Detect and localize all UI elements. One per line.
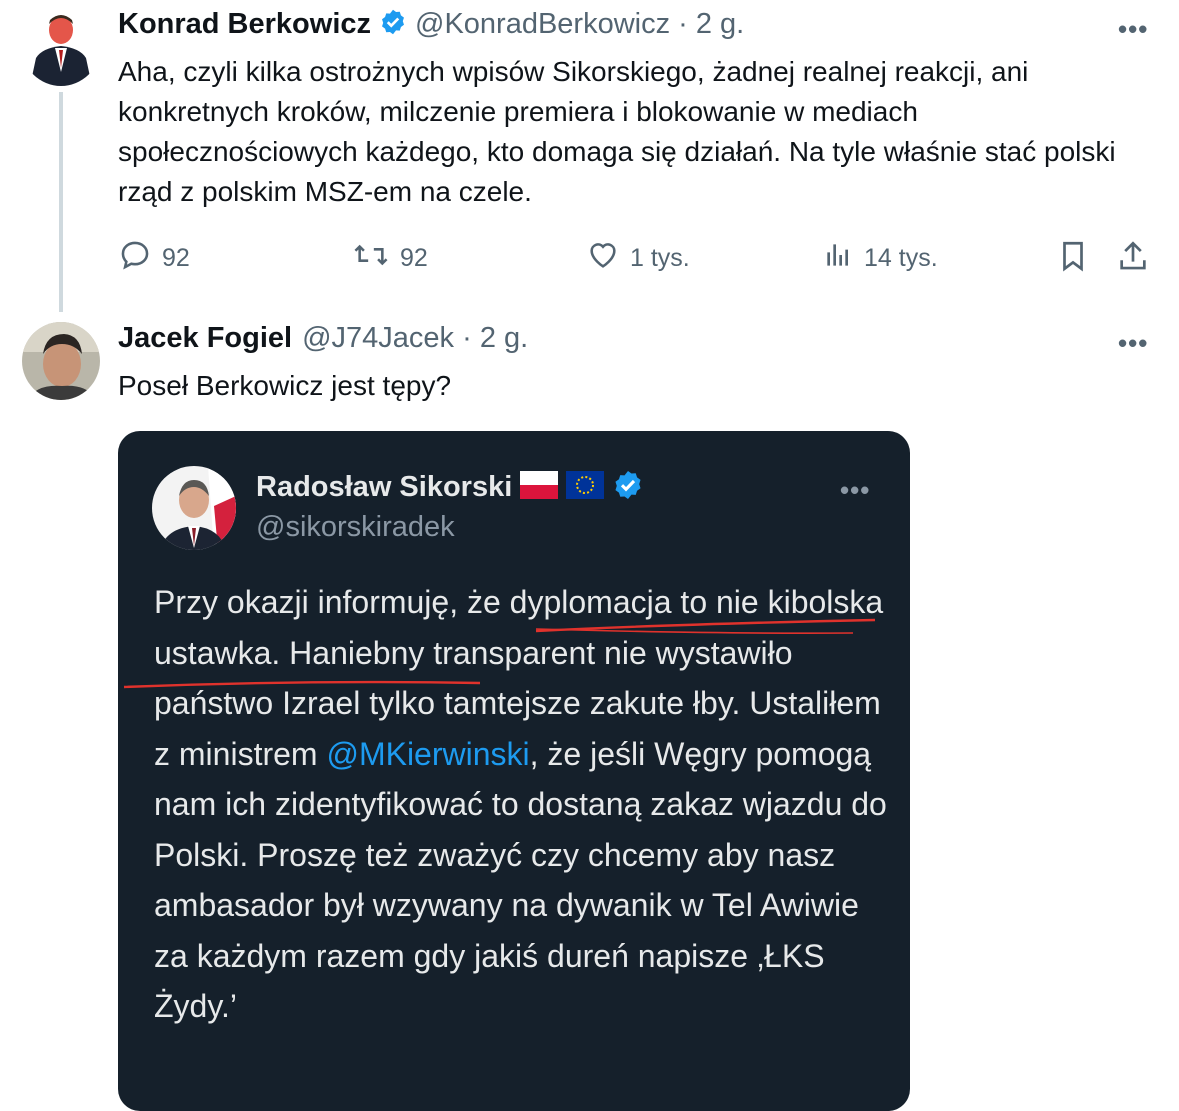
views-chart-icon (822, 238, 854, 279)
repost-count: 92 (400, 244, 428, 272)
reply-button[interactable]: 92 (118, 238, 190, 279)
avatar-jacek[interactable] (22, 322, 100, 400)
thread-connector-line (59, 92, 63, 312)
reply-icon (118, 238, 152, 279)
avatar-konrad[interactable] (22, 8, 100, 86)
author-handle[interactable]: @J74Jacek · 2 g. (302, 322, 528, 355)
reply-count: 92 (162, 244, 190, 272)
more-options-icon[interactable]: ••• (1118, 328, 1148, 359)
like-count: 1 tys. (630, 244, 690, 272)
heart-icon (586, 238, 620, 279)
tweet1-text: Aha, czyli kilka ostrożnych wpisów Sikor… (118, 56, 1116, 207)
tweet2-text: Poseł Berkowicz jest tępy? (118, 370, 452, 401)
more-options-icon[interactable]: ••• (1118, 14, 1148, 45)
repost-button[interactable]: 92 (352, 238, 428, 279)
author-name[interactable]: Jacek Fogiel (118, 322, 292, 355)
like-button[interactable]: 1 tys. (586, 238, 690, 279)
verified-badge-icon (379, 8, 407, 41)
tweet2-header: Jacek Fogiel @J74Jacek · 2 g. (118, 322, 528, 355)
views-button[interactable]: 14 tys. (822, 238, 938, 279)
bookmark-icon[interactable] (1056, 238, 1090, 279)
share-icon[interactable] (1116, 238, 1150, 279)
red-underline-annotation (123, 618, 876, 689)
author-name[interactable]: Konrad Berkowicz (118, 8, 371, 41)
embedded-tweet-screenshot[interactable]: Radosław Sikorski @sikorskiradek ••• Prz… (118, 431, 910, 1111)
repost-icon (352, 238, 390, 279)
views-count: 14 tys. (864, 244, 938, 272)
tweet1-header: Konrad Berkowicz @KonradBerkowicz · 2 g. (118, 8, 744, 41)
author-handle[interactable]: @KonradBerkowicz · 2 g. (415, 8, 744, 41)
